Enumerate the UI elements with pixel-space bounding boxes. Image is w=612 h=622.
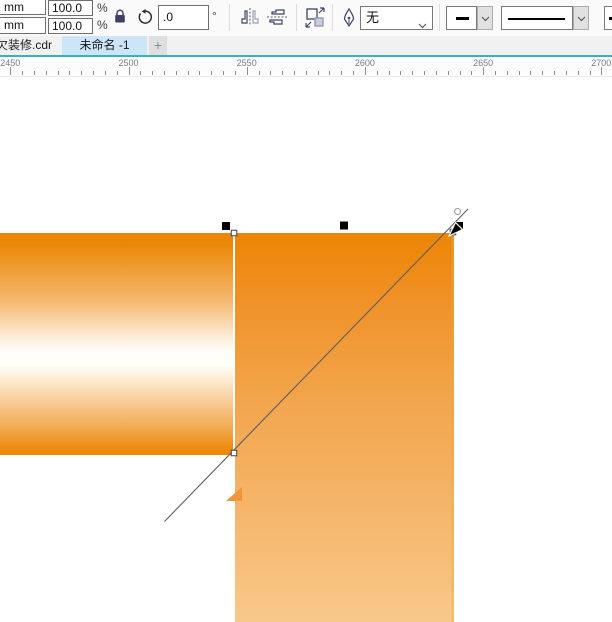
canvas-art — [0, 77, 612, 622]
tab-document-1[interactable]: 欠装修.cdr — [0, 36, 60, 55]
scale-h-value: 100.0 — [52, 1, 82, 15]
left-gradient-rectangle[interactable] — [0, 233, 233, 455]
lock-ratio-button[interactable] — [113, 8, 127, 24]
outline-pen-button[interactable] — [343, 8, 355, 28]
tab-label: 欠装修.cdr — [0, 38, 52, 52]
property-bar: mm mm 100.0 100.0 % % .0 ° — [0, 0, 612, 37]
plus-icon: + — [154, 37, 162, 53]
degree-label: ° — [212, 9, 217, 23]
line-style-dropdown-button[interactable] — [573, 6, 589, 30]
rotation-value: .0 — [163, 10, 173, 24]
selection-handle[interactable] — [340, 222, 348, 230]
curve-node[interactable] — [231, 450, 237, 456]
outline-width-select[interactable]: 无 — [360, 6, 433, 30]
rotate-ccw-icon — [137, 9, 153, 25]
toolbar-separator — [332, 4, 333, 31]
object-height-field[interactable]: mm — [0, 17, 46, 34]
selection-handles — [222, 222, 463, 231]
scale-horizontal-field[interactable]: 100.0 — [48, 0, 93, 16]
line-style-select[interactable] — [501, 6, 573, 30]
scale-v-value: 100.0 — [52, 19, 82, 33]
scale-objects-button[interactable] — [304, 6, 327, 29]
pen-nib-icon — [343, 8, 355, 28]
tab-document-2-active[interactable]: 未命名 -1 — [62, 36, 147, 55]
gradient-edge-highlight — [452, 233, 455, 622]
toolbar-separator — [439, 4, 440, 31]
line-start-dropdown-button[interactable] — [477, 6, 493, 30]
right-gradient-rectangle[interactable] — [235, 233, 454, 622]
document-tabs: 欠装修.cdr 未命名 -1 + — [0, 36, 612, 55]
coreldraw-window: mm mm 100.0 100.0 % % .0 ° — [0, 0, 612, 622]
two-rectangles-arrows-icon — [304, 6, 327, 29]
percent-label-h: % — [97, 1, 108, 15]
rotation-angle-field[interactable]: .0 — [158, 5, 209, 30]
chevron-down-icon — [418, 16, 427, 34]
small-orange-triangle[interactable] — [226, 487, 242, 501]
width-unit-label: mm — [4, 0, 24, 14]
reset-rotation-button[interactable] — [137, 9, 153, 25]
horizontal-ruler[interactable]: 245025002550260026502700 — [0, 57, 612, 77]
curve-node[interactable] — [231, 230, 237, 236]
new-document-button[interactable]: + — [149, 36, 167, 55]
mirror-vertical-button[interactable] — [266, 7, 288, 27]
snap-indicator-circle — [455, 209, 461, 215]
outline-width-value: 无 — [366, 7, 379, 29]
line-style-preview — [508, 18, 565, 20]
percent-label-v: % — [97, 18, 108, 32]
height-unit-label: mm — [4, 18, 24, 32]
lock-icon — [113, 8, 127, 24]
line-start-preview — [456, 17, 469, 20]
line-end-style-select[interactable] — [604, 6, 612, 30]
tab-label: 未命名 -1 — [79, 38, 129, 52]
line-start-style-select[interactable] — [446, 6, 477, 30]
mirror-horizontal-button[interactable] — [239, 7, 261, 27]
drawing-canvas[interactable] — [0, 77, 612, 622]
mirror-vertical-icon — [266, 7, 288, 27]
object-width-field[interactable]: mm — [0, 0, 46, 15]
scale-vertical-field[interactable]: 100.0 — [48, 18, 93, 34]
chevron-down-icon — [577, 16, 586, 22]
toolbar-separator — [296, 4, 297, 31]
selection-handle[interactable] — [222, 222, 230, 230]
mirror-horizontal-icon — [239, 7, 261, 27]
toolbar-separator — [229, 4, 230, 31]
chevron-down-icon — [481, 16, 490, 22]
